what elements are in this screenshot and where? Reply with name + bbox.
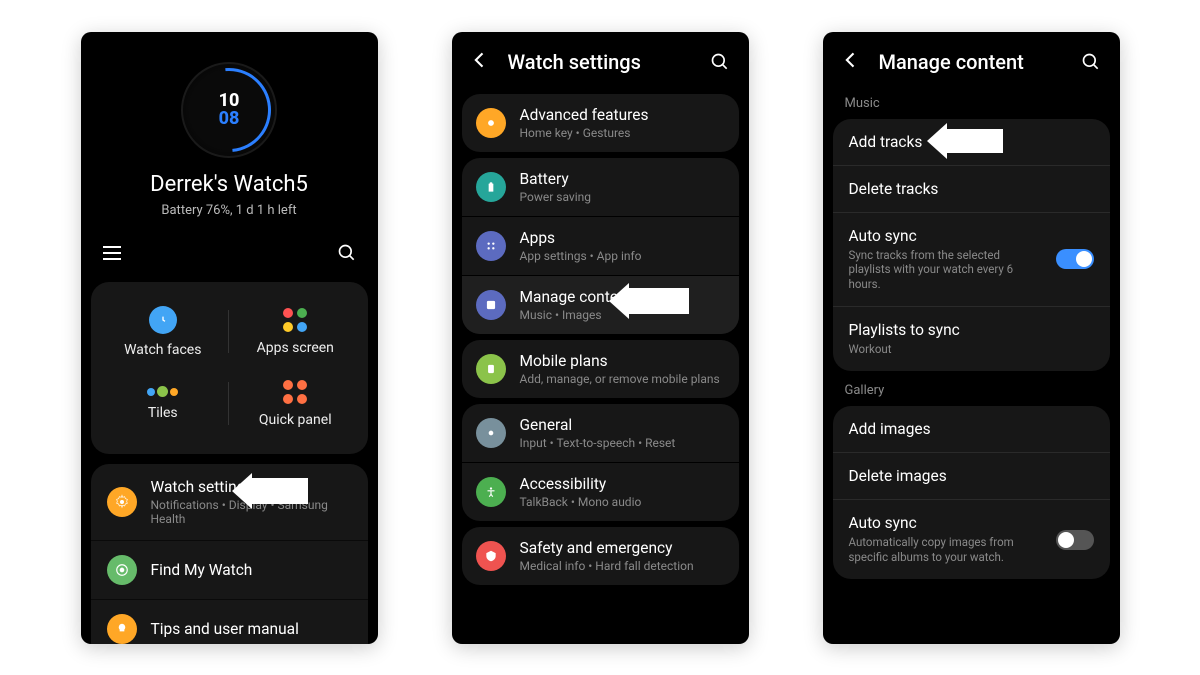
item-watch-settings[interactable]: Watch settings Notifications • Display •… bbox=[91, 464, 368, 541]
gear-icon bbox=[107, 487, 137, 517]
page-title: Watch settings bbox=[508, 50, 691, 74]
back-icon[interactable] bbox=[841, 50, 861, 74]
location-icon bbox=[107, 555, 137, 585]
battery-icon bbox=[476, 172, 506, 202]
item-playlists-sync[interactable]: Playlists to sync Workout bbox=[833, 307, 1110, 371]
image-icon bbox=[476, 290, 506, 320]
watch-face-preview[interactable]: 10 08 bbox=[181, 62, 277, 158]
apps-icon bbox=[476, 231, 506, 261]
arrow-callout bbox=[250, 478, 308, 504]
sim-icon bbox=[476, 354, 506, 384]
screen-watch-settings: Watch settings Advanced featuresHome key… bbox=[452, 32, 749, 644]
quick-panel-icon bbox=[283, 380, 307, 404]
main-settings-list: Watch settings Notifications • Display •… bbox=[91, 464, 368, 644]
tile-watch-faces[interactable]: Watch faces bbox=[97, 296, 230, 368]
star-icon bbox=[476, 108, 506, 138]
gear-icon bbox=[476, 418, 506, 448]
tile-tiles[interactable]: Tiles bbox=[97, 368, 230, 440]
item-accessibility[interactable]: AccessibilityTalkBack • Mono audio bbox=[462, 463, 739, 521]
search-icon[interactable] bbox=[336, 242, 358, 264]
item-battery[interactable]: BatteryPower saving bbox=[462, 158, 739, 217]
back-icon[interactable] bbox=[470, 50, 490, 74]
item-add-images[interactable]: Add images bbox=[833, 406, 1110, 453]
item-find-my-watch[interactable]: Find My Watch bbox=[91, 541, 368, 600]
item-apps[interactable]: AppsApp settings • App info bbox=[462, 217, 739, 276]
search-icon[interactable] bbox=[709, 51, 731, 73]
apps-icon bbox=[283, 308, 307, 332]
item-music-autosync[interactable]: Auto sync Sync tracks from the selected … bbox=[833, 213, 1110, 308]
toggle-music-autosync[interactable] bbox=[1056, 249, 1094, 269]
accessibility-icon bbox=[476, 477, 506, 507]
toggle-gallery-autosync[interactable] bbox=[1056, 530, 1094, 550]
lightbulb-icon bbox=[107, 614, 137, 644]
search-icon[interactable] bbox=[1080, 51, 1102, 73]
tile-apps-screen[interactable]: Apps screen bbox=[229, 296, 362, 368]
section-gallery: Gallery bbox=[823, 375, 1120, 402]
item-add-tracks[interactable]: Add tracks bbox=[833, 119, 1110, 166]
item-label: Tips and user manual bbox=[151, 620, 299, 638]
clock-icon bbox=[149, 306, 177, 334]
page-title: Manage content bbox=[879, 50, 1062, 74]
menu-icon[interactable] bbox=[101, 242, 123, 264]
arrow-callout bbox=[627, 288, 689, 314]
item-tips[interactable]: Tips and user manual bbox=[91, 600, 368, 644]
emergency-icon bbox=[476, 541, 506, 571]
tiles-icon bbox=[147, 386, 178, 397]
quick-grid: Watch faces Apps screen Tiles Quick pane… bbox=[91, 282, 368, 454]
device-name: Derrek's Watch5 bbox=[150, 172, 308, 197]
tile-quick-panel[interactable]: Quick panel bbox=[229, 368, 362, 440]
section-music: Music bbox=[823, 88, 1120, 115]
item-delete-tracks[interactable]: Delete tracks bbox=[833, 166, 1110, 213]
item-general[interactable]: GeneralInput • Text-to-speech • Reset bbox=[462, 404, 739, 463]
battery-status: Battery 76%, 1 d 1 h left bbox=[161, 203, 296, 218]
item-advanced-features[interactable]: Advanced featuresHome key • Gestures bbox=[462, 94, 739, 152]
item-manage-content[interactable]: Manage contentMusic • Images bbox=[462, 276, 739, 334]
item-delete-images[interactable]: Delete images bbox=[833, 453, 1110, 500]
item-safety[interactable]: Safety and emergencyMedical info • Hard … bbox=[462, 527, 739, 585]
item-label: Find My Watch bbox=[151, 561, 253, 579]
screen-manage-content: Manage content Music Add tracks Delete t… bbox=[823, 32, 1120, 644]
item-gallery-autosync[interactable]: Auto sync Automatically copy images from… bbox=[833, 500, 1110, 579]
item-mobile-plans[interactable]: Mobile plansAdd, manage, or remove mobil… bbox=[462, 340, 739, 398]
arrow-callout bbox=[945, 129, 1003, 153]
screen-watch-home: 10 08 Derrek's Watch5 Battery 76%, 1 d 1… bbox=[81, 32, 378, 644]
